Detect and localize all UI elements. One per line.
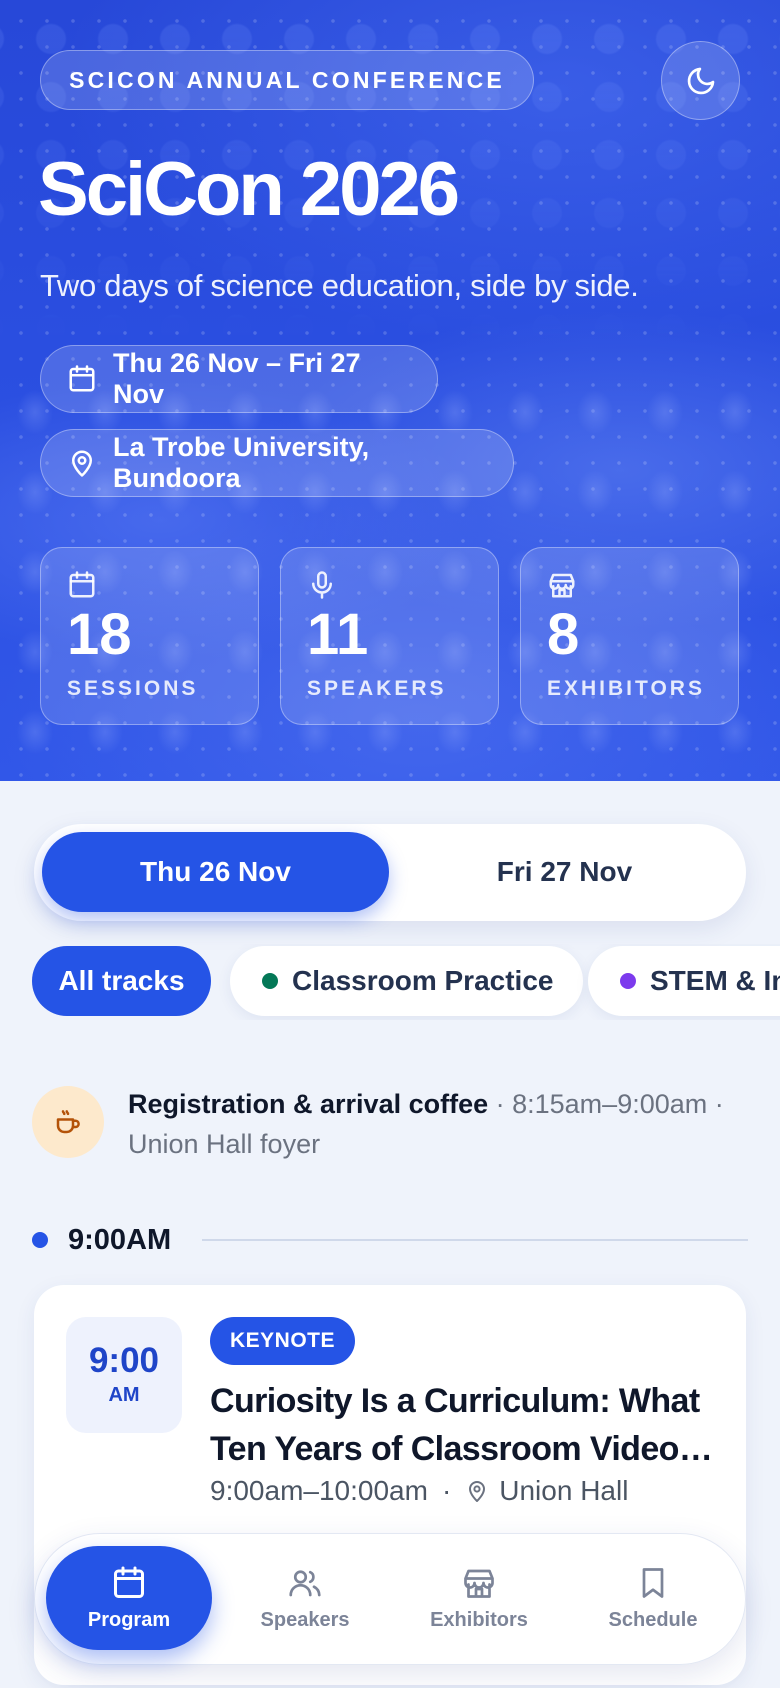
calendar-icon — [67, 364, 97, 394]
nav-label: Program — [87, 1608, 171, 1631]
tab-fri-27-nov[interactable]: Fri 27 Nov — [391, 832, 738, 912]
stat-card-exhibitors: 8 EXHIBITORS — [520, 547, 739, 725]
break-time: · 8:15am–9:00am · — [488, 1089, 724, 1119]
nav-schedule[interactable]: Schedule — [570, 1546, 736, 1650]
map-pin-icon — [67, 448, 97, 478]
meta-separator: · — [441, 1475, 452, 1506]
session-start-ampm: AM — [108, 1384, 140, 1406]
bookmark-icon — [635, 1565, 671, 1601]
session-room: Union Hall — [499, 1475, 629, 1506]
time-dot — [32, 1232, 48, 1248]
track-chip-label: STEM & Inn — [650, 965, 780, 996]
event-dates-text: Thu 26 Nov – Fri 27 Nov — [113, 348, 361, 409]
event-dates-pill: Thu 26 Nov – Fri 27 Nov — [40, 345, 438, 413]
stat-card-speakers: 11 SPEAKERS — [280, 547, 499, 725]
event-location-text: La Trobe University, Bundoora — [113, 432, 370, 493]
store-icon — [547, 570, 577, 600]
session-time-box: 9:00 AM — [66, 1317, 182, 1433]
session-type-badge: KEYNOTE — [210, 1317, 356, 1365]
track-color-dot — [620, 973, 636, 989]
session-start-time: 9:00 — [88, 1341, 160, 1380]
track-chip-stem[interactable]: STEM & Inn — [588, 946, 780, 1016]
time-slot-header: 9:00AM — [32, 1220, 748, 1260]
nav-label: Exhibitors — [430, 1608, 528, 1631]
session-time-range: 9:00am–10:00am — [210, 1475, 428, 1506]
stat-label: SPEAKERS — [307, 677, 447, 700]
page-subtitle: Two days of science education, side by s… — [40, 268, 639, 303]
time-slot-label: 9:00AM — [68, 1224, 172, 1256]
stat-card-sessions: 18 SESSIONS — [40, 547, 259, 725]
session-meta: 9:00am–10:00am · Union Hall — [210, 1475, 628, 1507]
break-title: Registration & arrival coffee — [128, 1089, 489, 1119]
stat-value: 11 — [307, 602, 369, 667]
break-location: Union Hall foyer — [128, 1129, 321, 1159]
conference-eyebrow-badge: SCICON ANNUAL CONFERENCE — [40, 50, 534, 110]
users-icon — [287, 1565, 323, 1601]
nav-exhibitors[interactable]: Exhibitors — [396, 1546, 562, 1650]
moon-icon — [685, 65, 717, 97]
event-location-pill[interactable]: La Trobe University, Bundoora — [40, 429, 514, 497]
time-divider — [202, 1239, 748, 1241]
hero-banner: SCICON ANNUAL CONFERENCE SciCon 2026 Two… — [0, 0, 780, 781]
stat-value: 18 — [67, 602, 132, 667]
track-chip-all[interactable]: All tracks — [32, 946, 211, 1016]
nav-label: Schedule — [608, 1608, 698, 1631]
nav-label: Speakers — [260, 1608, 350, 1631]
page-title: SciCon 2026 — [38, 147, 460, 232]
stat-label: SESSIONS — [67, 677, 199, 700]
track-chip-label: Classroom Practice — [292, 965, 554, 996]
bottom-nav: Program Speakers Exhibitors Schedule — [34, 1533, 746, 1665]
track-color-dot — [262, 973, 278, 989]
tab-thu-26-nov[interactable]: Thu 26 Nov — [42, 832, 389, 912]
store-icon — [461, 1565, 497, 1601]
track-chip-classroom-practice[interactable]: Classroom Practice — [230, 946, 584, 1016]
break-details: Registration & arrival coffee · 8:15am–9… — [128, 1084, 748, 1164]
stat-value: 8 — [547, 602, 580, 667]
microphone-icon — [307, 570, 337, 600]
calendar-icon — [111, 1565, 147, 1601]
nav-program[interactable]: Program — [46, 1546, 212, 1650]
day-tab-bar: Thu 26 Nov Fri 27 Nov — [34, 824, 746, 921]
session-title: Curiosity Is a Curriculum: What Ten Year… — [210, 1382, 713, 1468]
map-pin-icon — [465, 1479, 489, 1503]
calendar-icon — [67, 570, 97, 600]
theme-toggle-button[interactable] — [661, 41, 740, 120]
nav-speakers[interactable]: Speakers — [222, 1546, 388, 1650]
stat-label: EXHIBITORS — [547, 677, 705, 700]
coffee-icon — [32, 1086, 104, 1158]
track-filter-bar: All tracks Classroom Practice STEM & Inn — [0, 944, 780, 1020]
